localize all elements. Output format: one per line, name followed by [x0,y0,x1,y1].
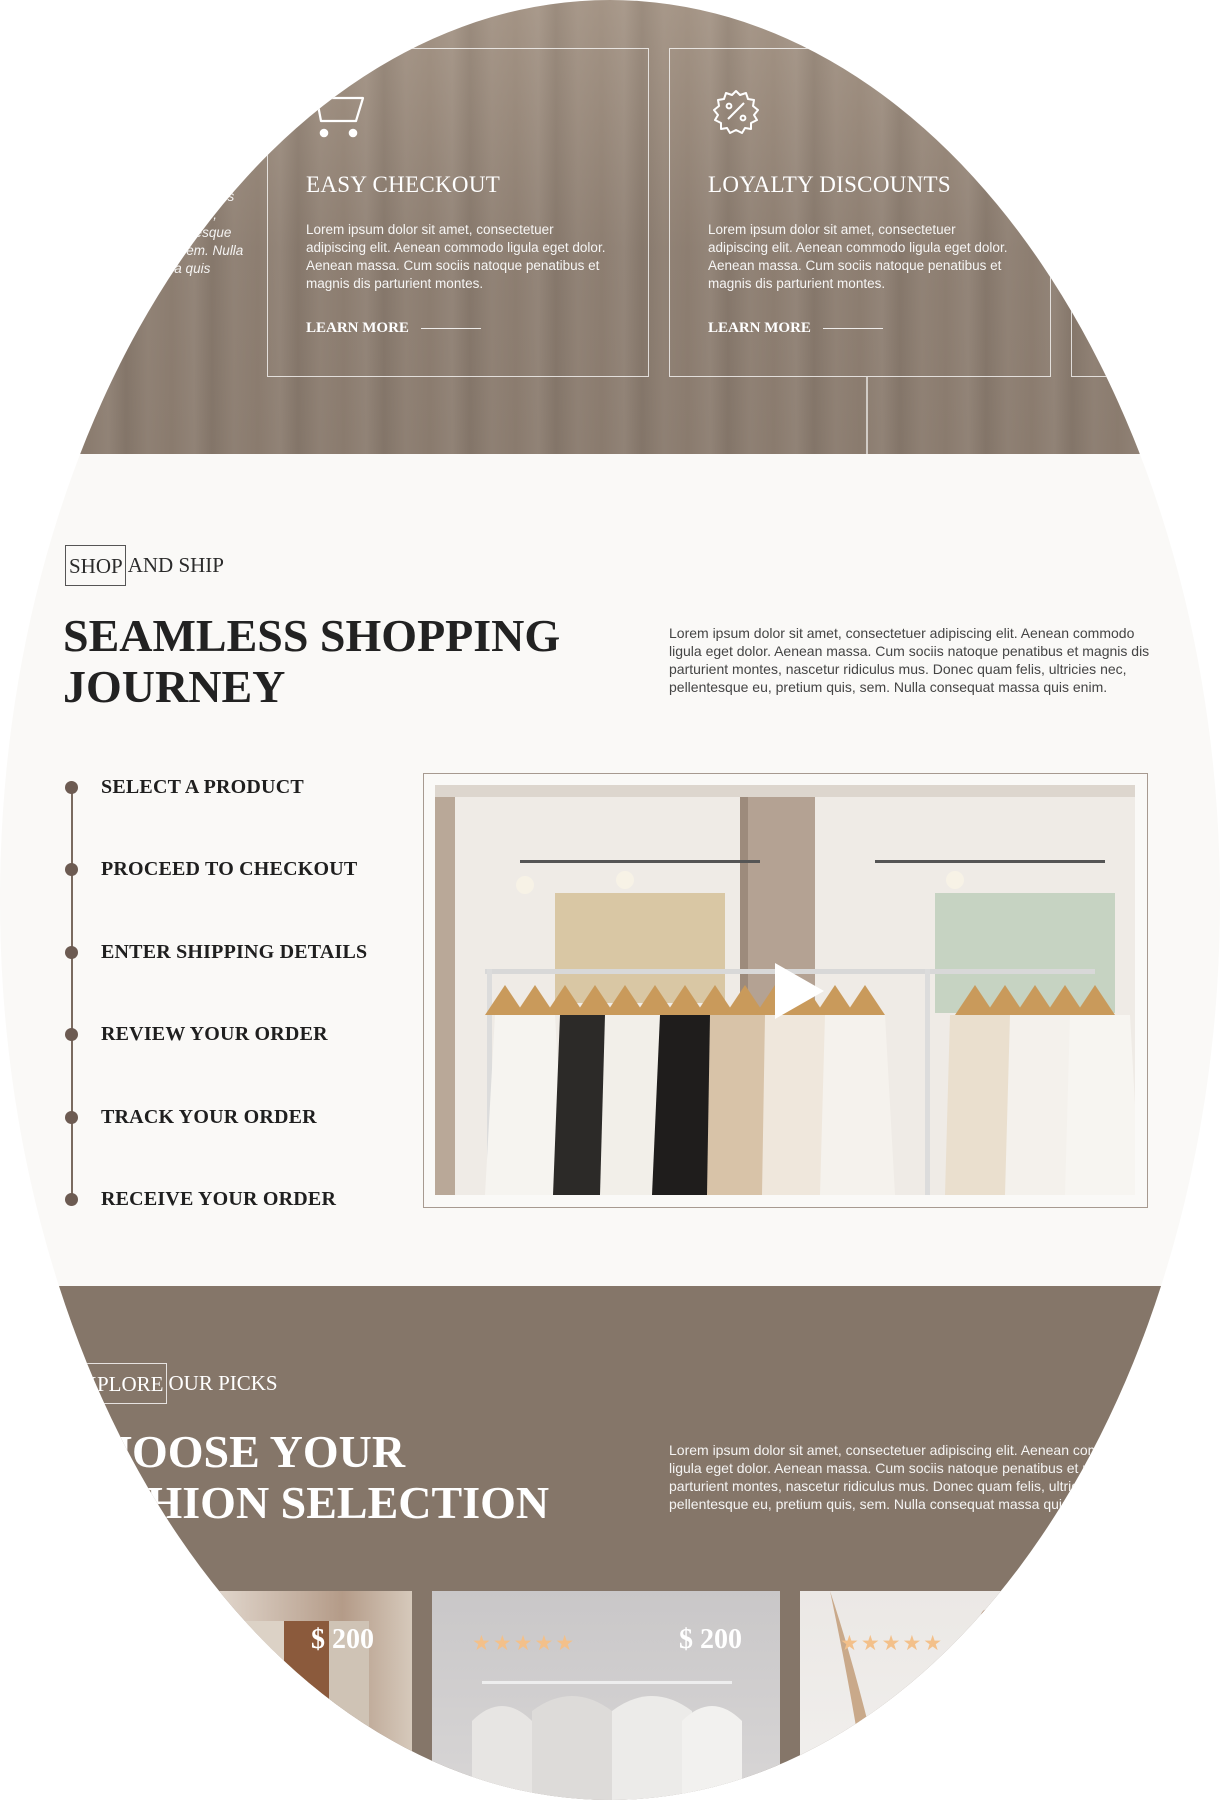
headline-line: CHOOSE YOUR [63,1426,406,1477]
product-card[interactable]: ★★★★★ $ 200 [432,1591,780,1800]
step-label: ENTER SHIPPING DETAILS [101,941,368,963]
card-title: EASY CHECKOUT [306,172,501,197]
rating-stars: ★ [199,1632,220,1655]
store-video[interactable] [435,785,1135,1195]
product-price: $ 200 [679,1624,742,1655]
features-band: ...ean ...get ...massa. ...natoque ... e… [0,0,1220,454]
section-description: Lorem ipsum dolor sit amet, consectetuer… [669,625,1150,695]
step-item: ENTER SHIPPING DETAILS [62,941,367,964]
section-description: Lorem ipsum dolor sit amet, consectetuer… [669,1442,1150,1512]
step-dot [65,1111,78,1124]
headline-line: SEAMLESS SHOPPING [63,610,561,661]
link-underline [420,328,481,329]
section-headline: SEAMLESS SHOPPING JOURNEY [63,610,560,712]
learn-more-link[interactable]: LEARN MORE [306,320,481,337]
rating-stars: ★★★★★ [472,1632,577,1655]
section-headline: CHOOSE YOUR FASHION SELECTION [63,1426,549,1528]
section-eyebrow: SHOP AND SHIP [65,545,224,586]
step-dot [65,863,78,876]
steps-rail [71,784,73,1196]
learn-more-label: LEARN MORE [708,320,811,336]
product-price: $ 200 [311,1624,374,1655]
link-underline [822,328,883,329]
learn-more-link[interactable]: LEAR [1110,320,1152,337]
step-dot [65,1028,78,1041]
step-label: PROCEED TO CHECKOUT [101,858,358,880]
product-image [830,1591,1148,1800]
learn-more-label: LEAR [1110,320,1152,336]
step-item: RECEIVE YOUR ORDER [62,1188,336,1211]
learn-more-link[interactable]: LEARN MORE [708,320,883,337]
step-label: REVIEW YOUR ORDER [101,1023,328,1045]
step-label: SELECT A PRODUCT [101,776,304,798]
page-frame: ...ean ...get ...massa. ...natoque ... e… [0,0,1220,1800]
divider [866,377,868,454]
feature-card-easy-checkout: EASY CHECKOUT Lorem ipsum dolor sit amet… [267,48,649,377]
product-card[interactable]: ★ $ 200 [64,1591,412,1800]
card-text: c... pe... [1110,255,1159,270]
card-title: LOYALTY DISCOUNTS [708,172,951,197]
learn-more-label: LEARN MORE [306,320,409,336]
feature-card-loyalty-discounts: LOYALTY DISCOUNTS Lorem ipsum dolor sit … [669,48,1051,377]
step-dot [65,1193,78,1206]
product-image [472,1681,742,1800]
play-icon[interactable] [771,960,827,1022]
eyebrow-boxed: SHOP [65,545,126,586]
headline-line: JOURNEY [63,661,286,712]
section-eyebrow: EXPLORE OUR PICKS [65,1363,278,1404]
step-item: TRACK YOUR ORDER [62,1106,317,1129]
step-item: REVIEW YOUR ORDER [62,1023,328,1046]
rating-stars: ★★★★★ [840,1632,945,1655]
step-item: SELECT A PRODUCT [62,776,304,799]
step-dot [65,781,78,794]
cart-icon [306,85,366,141]
step-item: PROCEED TO CHECKOUT [62,858,357,881]
partial-card-text: ...ean ...get ...massa. ...natoque ... e… [76,153,244,294]
headline-line: FASHION SELECTION [63,1477,550,1528]
video-frame [423,773,1148,1208]
step-dot [65,946,78,959]
product-image [164,1621,369,1800]
eyebrow-rest: AND SHIP [127,553,224,577]
card-text: Lorem ipsum dolor sit amet, consectetuer… [306,222,606,291]
eyebrow-boxed: EXPLORE [65,1363,167,1404]
card-text: Lorem ipsum dolor sit amet, consectetuer… [708,222,1008,291]
step-label: TRACK YOUR ORDER [101,1106,317,1128]
step-label: RECEIVE YOUR ORDER [101,1188,337,1210]
product-card[interactable]: ★★★★★ [800,1591,1148,1800]
eyebrow-rest: OUR PICKS [168,1371,278,1395]
feature-card-partial: c... pe... LEAR [1071,48,1220,377]
discount-badge-icon [708,85,768,141]
